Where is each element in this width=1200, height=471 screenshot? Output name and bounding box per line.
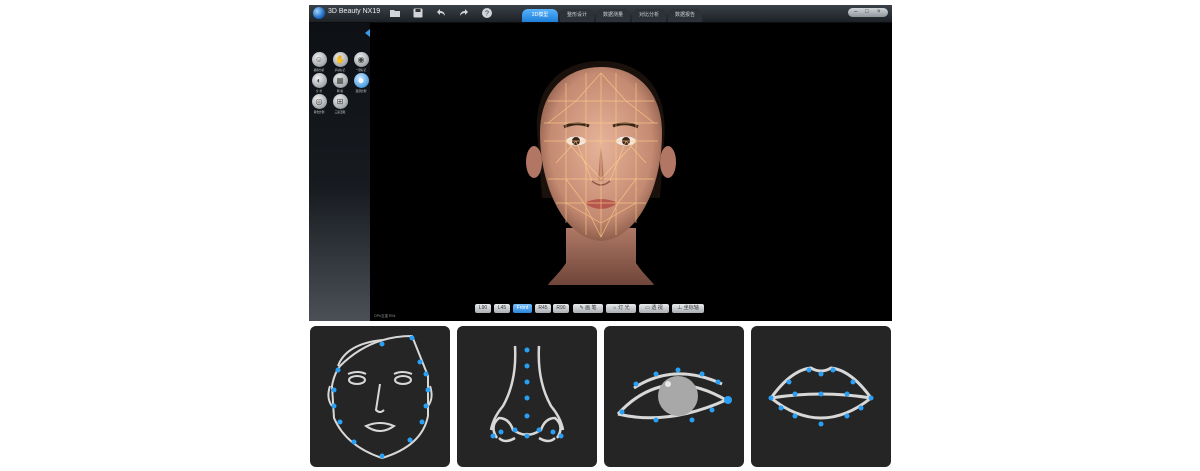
tool-label: 三庭五眼	[334, 110, 346, 114]
sidebar: ☺ 模拟分析 ✋ 手动标记 ◉ 一键标记 ◐ 全 景 ▦ 网 格 ☻ 面部比例 …	[309, 23, 370, 321]
app-title: 3D Beauty NX19	[328, 8, 381, 15]
title-bar: 3D Beauty NX19 ? 3D模型 整形设计 数据测量 对比分析 数据报…	[309, 5, 892, 23]
tab-comparison[interactable]: 对比分析	[632, 9, 666, 22]
face-ratio-icon: ☻	[353, 73, 369, 88]
tool-label: 手动标记	[334, 68, 346, 72]
manual-mark-icon: ✋	[332, 52, 348, 67]
tool-manual-mark[interactable]: ✋ 手动标记	[331, 52, 349, 72]
tool-grid[interactable]: ▦ 网 格	[331, 73, 349, 93]
status-text: OPh互重 RII4	[374, 314, 396, 318]
window-controls: – □ ×	[848, 8, 888, 17]
tool-simulate-analysis[interactable]: ☺ 模拟分析	[310, 52, 328, 72]
auto-mark-icon: ◉	[353, 52, 369, 67]
view-l45-button[interactable]: L45	[494, 304, 510, 313]
tool-label: 网 格	[336, 89, 344, 93]
tool-panorama[interactable]: ◐ 全 景	[310, 73, 328, 93]
light-label: 灯 光	[618, 305, 630, 311]
brush-button[interactable]: ✎ 画 笔	[573, 304, 603, 313]
view-l90-button[interactable]: L90	[475, 304, 491, 313]
tool-golden-ratio[interactable]: ◎ 黄金比例	[310, 94, 328, 114]
face-diagram-icon	[327, 334, 433, 460]
tab-design[interactable]: 整形设计	[560, 9, 594, 22]
perspective-icon: ▭	[645, 305, 650, 311]
minimize-icon[interactable]: –	[854, 8, 857, 17]
axis-icon: ⊥	[677, 305, 683, 311]
app-window: 3D Beauty NX19 ? 3D模型 整形设计 数据测量 对比分析 数据报…	[309, 5, 892, 321]
tab-report[interactable]: 数据报告	[668, 9, 702, 22]
brush-label: 画 笔	[585, 305, 597, 311]
svg-text:?: ?	[485, 11, 489, 18]
maximize-icon[interactable]: □	[865, 8, 869, 17]
view-front-button[interactable]: Front	[513, 304, 532, 313]
tool-face-ratio[interactable]: ☻ 面部比例	[352, 73, 370, 93]
lips-diagram-icon	[768, 366, 874, 427]
redo-icon[interactable]	[458, 7, 470, 19]
lips-landmarks-panel	[751, 326, 891, 467]
save-icon[interactable]	[412, 7, 424, 19]
tool-label: 黄金比例	[313, 110, 325, 114]
tool-label: 面部比例	[355, 89, 367, 93]
view-r90-button[interactable]: R90	[553, 304, 569, 313]
tab-measurement[interactable]: 数据测量	[596, 9, 630, 22]
grid-icon: ▦	[332, 73, 348, 88]
brush-icon: ✎	[579, 305, 584, 311]
app-logo-icon	[313, 7, 325, 19]
face-analysis-icon: ☺	[311, 52, 327, 67]
perspective-button[interactable]: ▭ 透 视	[639, 304, 669, 313]
tab-3d-model[interactable]: 3D模型	[522, 9, 558, 22]
face-model-render	[526, 61, 676, 285]
axis-button[interactable]: ⊥ 坐标轴	[672, 304, 704, 313]
3d-viewport[interactable]	[370, 23, 892, 305]
eye-landmarks-panel	[604, 326, 744, 467]
panorama-icon: ◐	[311, 73, 327, 88]
tool-auto-mark[interactable]: ◉ 一键标记	[352, 52, 370, 72]
perspective-label: 透 视	[651, 305, 663, 311]
close-icon[interactable]: ×	[877, 8, 881, 17]
golden-ratio-icon: ◎	[311, 94, 327, 109]
eye-diagram-icon	[616, 367, 732, 423]
tool-label: 一键标记	[355, 68, 367, 72]
help-icon[interactable]: ?	[481, 7, 493, 19]
tool-label: 模拟分析	[313, 68, 325, 72]
axis-label: 坐标轴	[683, 305, 699, 311]
folder-icon[interactable]	[389, 7, 401, 19]
nose-landmarks-panel	[457, 326, 597, 467]
light-icon: ☼	[612, 305, 617, 311]
light-button[interactable]: ☼ 灯 光	[606, 304, 636, 313]
face-landmarks-panel	[310, 326, 450, 467]
tool-three-five[interactable]: ⊞ 三庭五眼	[331, 94, 349, 114]
tool-label: 全 景	[315, 89, 323, 93]
three-five-icon: ⊞	[332, 94, 348, 109]
undo-icon[interactable]	[435, 7, 447, 19]
nose-diagram-icon	[489, 345, 565, 443]
view-r45-button[interactable]: R45	[535, 304, 551, 313]
